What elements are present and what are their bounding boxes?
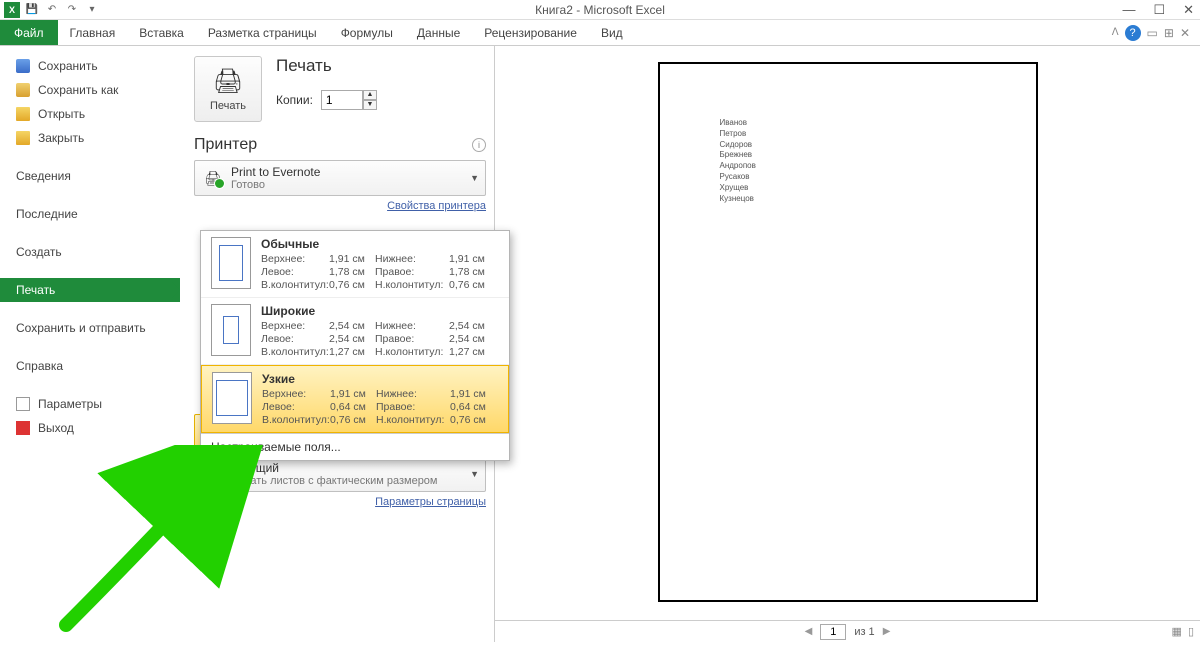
page-number-input[interactable] <box>820 624 846 640</box>
scaling-dropdown[interactable]: 100 Текущий Печать листов с фактическим … <box>194 456 486 492</box>
redo-icon[interactable]: ↷ <box>64 2 80 18</box>
scaling-icon: 100 <box>203 465 223 483</box>
print-preview-pane: Иванов Петров Сидоров Брежнев Андропов Р… <box>495 46 1200 642</box>
printer-properties-link[interactable]: Свойства принтера <box>194 200 486 212</box>
window-title: Книга2 - Microsoft Excel <box>535 3 665 17</box>
nav-recent[interactable]: Последние <box>0 202 180 226</box>
page-setup-link[interactable]: Параметры страницы <box>194 496 486 508</box>
copies-spin-down[interactable]: ▼ <box>363 100 377 110</box>
nav-share[interactable]: Сохранить и отправить <box>0 316 180 340</box>
close-mini-icon <box>16 131 30 145</box>
tab-page-layout[interactable]: Разметка страницы <box>196 20 329 45</box>
nav-save[interactable]: Сохранить <box>0 54 180 78</box>
printer-section-title: Принтер <box>194 136 257 154</box>
ribbon-opt1-icon[interactable]: ▭ <box>1147 26 1158 40</box>
printer-dropdown[interactable]: 🖨 Print to Evernote Готово ▼ <box>194 160 486 196</box>
copies-input[interactable] <box>321 90 363 110</box>
margins-thumb-normal <box>211 237 251 289</box>
chevron-down-icon: ▼ <box>470 469 479 479</box>
margins-flyout: Обычные Верхнее:1,91 смНижнее:1,91 см Ле… <box>200 230 510 461</box>
preview-content: Иванов Петров Сидоров Брежнев Андропов Р… <box>720 118 756 204</box>
print-title: Печать <box>276 56 377 76</box>
printer-info-icon[interactable]: i <box>472 138 486 152</box>
help-icon[interactable]: ? <box>1125 25 1141 41</box>
scale-dd-sub: Печать листов с фактическим размером <box>231 475 438 487</box>
printer-small-icon: 🖨 <box>203 169 223 187</box>
margins-thumb-wide <box>211 304 251 356</box>
nav-options[interactable]: Параметры <box>0 392 180 416</box>
show-margins-icon[interactable]: ▦ <box>1172 625 1182 638</box>
printer-icon: 🖨 <box>213 67 243 96</box>
tab-formulas[interactable]: Формулы <box>329 20 405 45</box>
tab-review[interactable]: Рецензирование <box>472 20 589 45</box>
nav-info[interactable]: Сведения <box>0 164 180 188</box>
ribbon-opt3-icon[interactable]: ✕ <box>1180 26 1190 40</box>
save-icon[interactable]: 💾 <box>24 2 40 18</box>
save-mini-icon <box>16 59 30 73</box>
nav-new[interactable]: Создать <box>0 240 180 264</box>
excel-icon: X <box>4 2 20 18</box>
prev-page-button[interactable]: ◀ <box>805 626 813 637</box>
backstage-nav: Сохранить Сохранить как Открыть Закрыть … <box>0 46 180 642</box>
file-tab[interactable]: Файл <box>0 20 58 45</box>
nav-exit[interactable]: Выход <box>0 416 180 440</box>
chevron-down-icon: ▼ <box>470 173 479 183</box>
print-button[interactable]: 🖨 Печать <box>194 56 262 122</box>
undo-icon[interactable]: ↶ <box>44 2 60 18</box>
print-button-label: Печать <box>210 100 246 112</box>
page-total-label: из 1 <box>854 626 874 638</box>
exit-mini-icon <box>16 421 30 435</box>
qat-dropdown-icon[interactable]: ▾ <box>84 2 100 18</box>
zoom-page-icon[interactable]: ▯ <box>1188 625 1194 638</box>
options-mini-icon <box>16 397 30 411</box>
margins-option-wide[interactable]: Широкие Верхнее:2,54 смНижнее:2,54 см Ле… <box>201 298 509 365</box>
save-as-mini-icon <box>16 83 30 97</box>
nav-save-as[interactable]: Сохранить как <box>0 78 180 102</box>
minimize-button[interactable]: — <box>1122 2 1135 18</box>
printer-status-text: Готово <box>231 179 320 191</box>
ribbon-minimize-icon[interactable]: ᐱ <box>1112 27 1119 38</box>
nav-open[interactable]: Открыть <box>0 102 180 126</box>
tab-home[interactable]: Главная <box>58 20 128 45</box>
preview-page: Иванов Петров Сидоров Брежнев Андропов Р… <box>658 62 1038 602</box>
next-page-button[interactable]: ▶ <box>883 626 891 637</box>
tab-view[interactable]: Вид <box>589 20 635 45</box>
copies-spin-up[interactable]: ▲ <box>363 90 377 100</box>
margins-custom[interactable]: Настраиваемые поля... <box>201 433 509 460</box>
ribbon-opt2-icon[interactable]: ⊞ <box>1164 26 1174 40</box>
nav-help[interactable]: Справка <box>0 354 180 378</box>
open-mini-icon <box>16 107 30 121</box>
nav-print[interactable]: Печать <box>0 278 180 302</box>
tab-insert[interactable]: Вставка <box>127 20 196 45</box>
close-button[interactable]: ✕ <box>1183 2 1194 18</box>
margins-option-normal[interactable]: Обычные Верхнее:1,91 смНижнее:1,91 см Ле… <box>201 231 509 298</box>
tab-data[interactable]: Данные <box>405 20 472 45</box>
copies-label: Копии: <box>276 93 313 107</box>
scale-dd-title: Текущий <box>231 461 438 475</box>
margins-thumb-narrow <box>212 372 252 424</box>
nav-close[interactable]: Закрыть <box>0 126 180 150</box>
printer-name: Print to Evernote <box>231 165 320 179</box>
maximize-button[interactable]: ☐ <box>1153 2 1165 18</box>
margins-option-narrow[interactable]: Узкие Верхнее:1,91 смНижнее:1,91 см Лево… <box>201 365 509 433</box>
